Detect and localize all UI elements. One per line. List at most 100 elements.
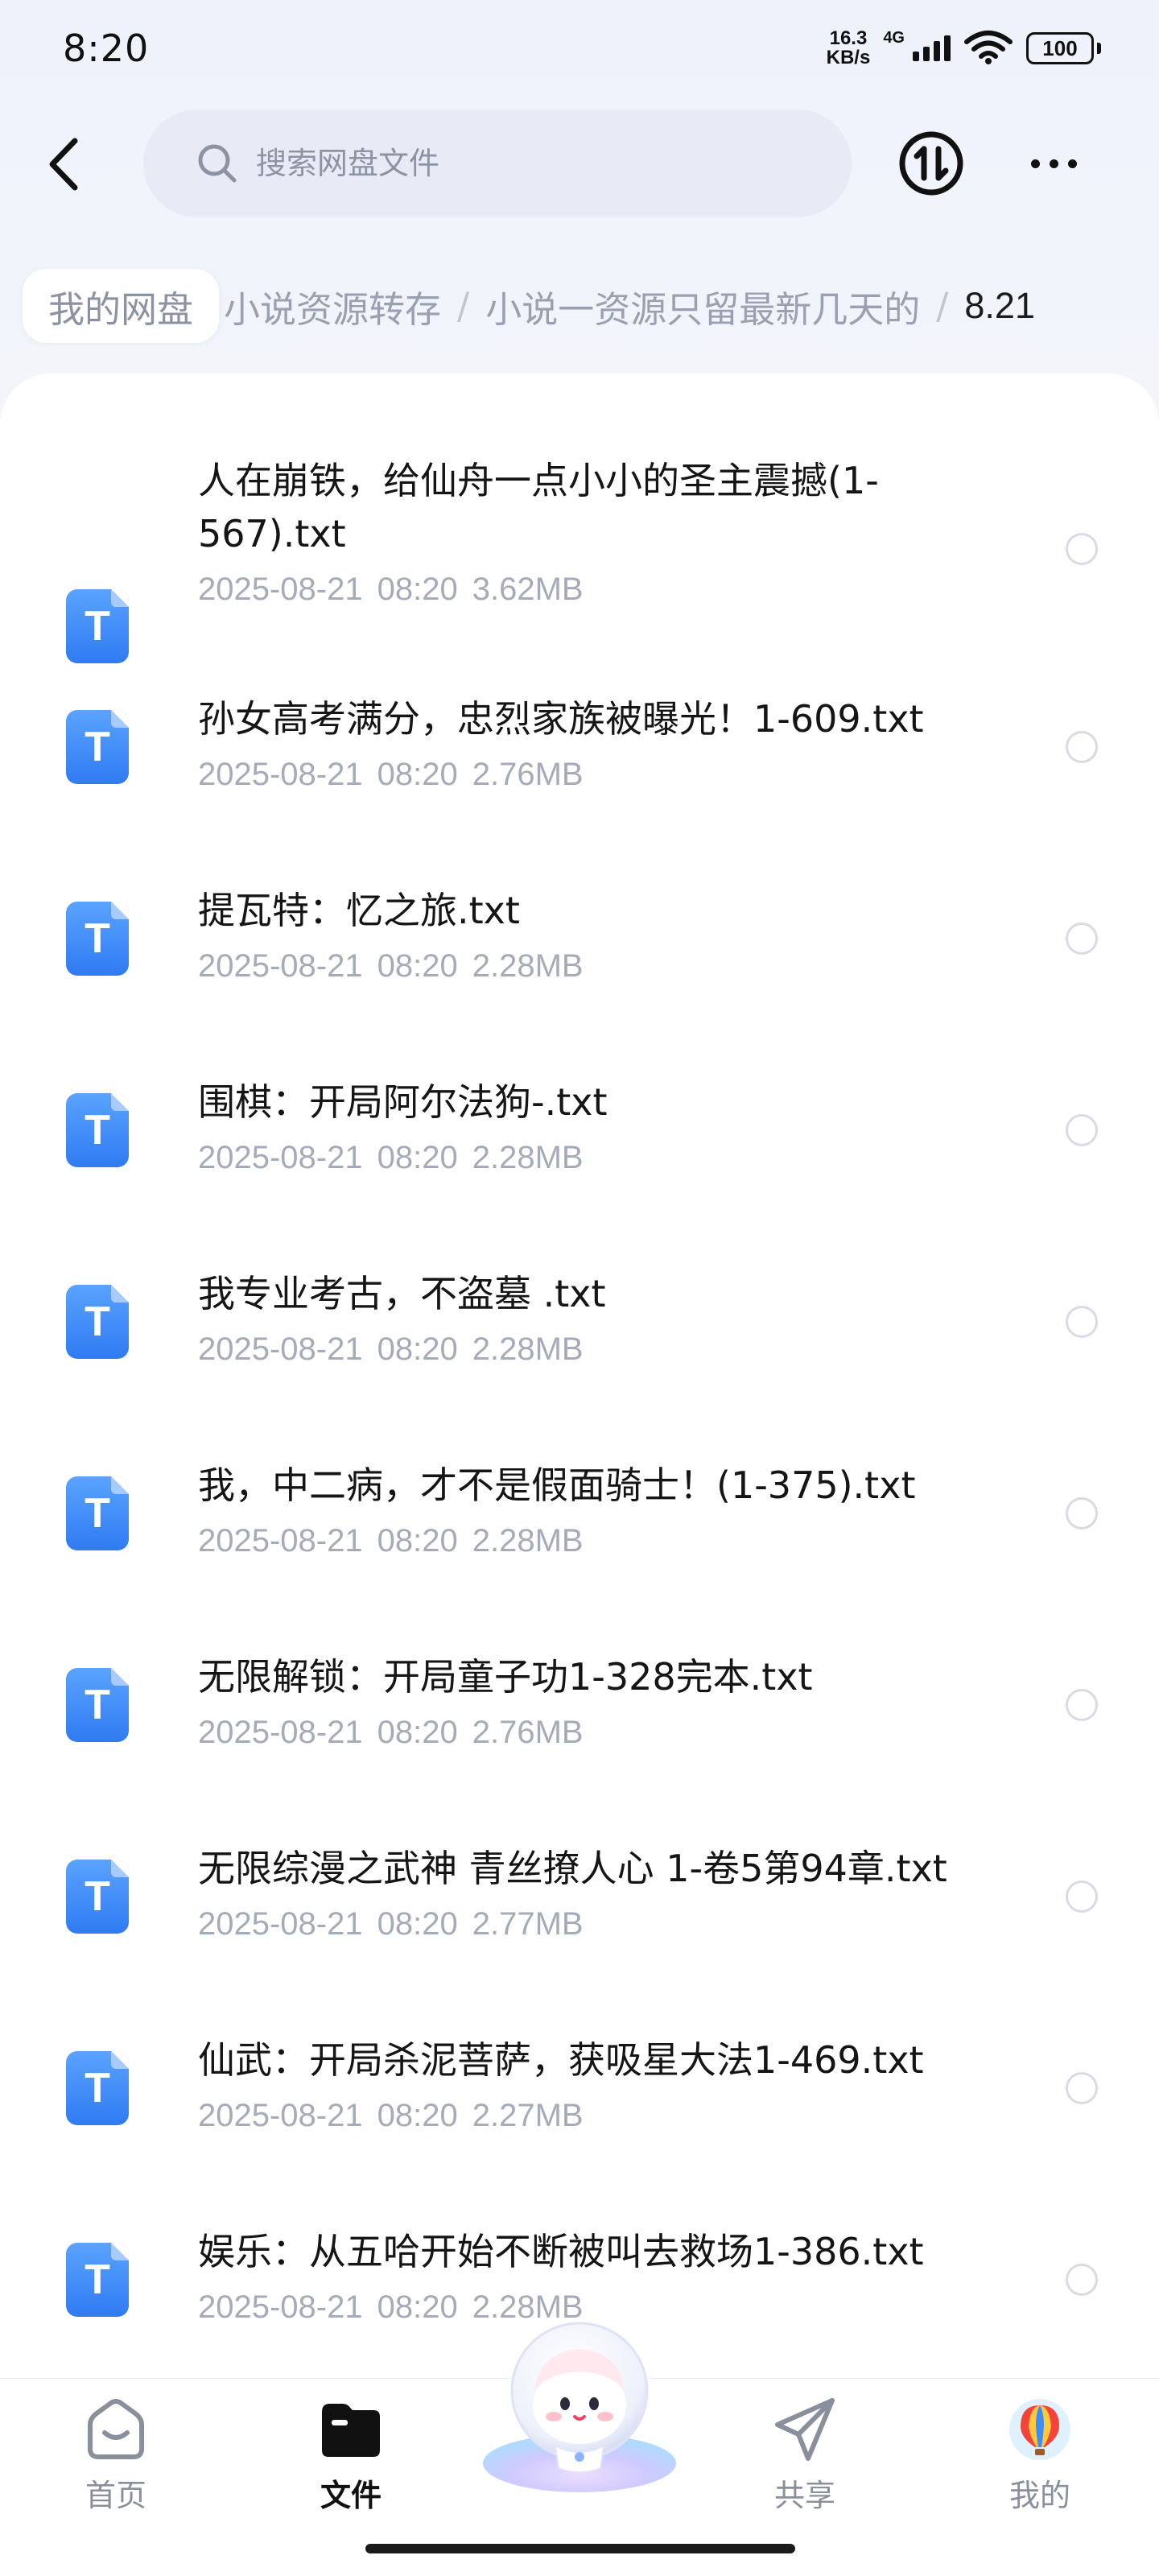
file-size: 2.27MB — [472, 2098, 584, 2133]
nav-home-label: 首页 — [85, 2478, 146, 2513]
select-checkbox[interactable] — [1066, 731, 1098, 763]
transfer-button[interactable] — [897, 129, 966, 198]
file-date: 2025-08-21 — [198, 572, 363, 607]
file-time: 08:20 — [377, 948, 458, 984]
back-button[interactable] — [35, 132, 92, 196]
txt-file-icon: T — [66, 902, 129, 976]
file-date: 2025-08-21 — [198, 1523, 363, 1558]
network-type: 4G — [883, 28, 905, 47]
file-row[interactable]: T 围棋：开局阿尔法狗-.txt 2025-08-21 08:20 2.28MB — [0, 1075, 1159, 1267]
txt-file-icon: T — [66, 589, 129, 663]
file-icon-letter: T — [85, 2256, 110, 2303]
search-bar[interactable] — [143, 109, 852, 217]
avatar-balloon-icon — [1004, 2393, 1076, 2466]
send-icon — [769, 2393, 841, 2466]
select-checkbox[interactable] — [1066, 2264, 1098, 2296]
file-time: 08:20 — [377, 757, 458, 792]
signal-icon — [913, 35, 951, 61]
file-row[interactable]: T 提瓦特：忆之旅.txt 2025-08-21 08:20 2.28MB — [0, 884, 1159, 1075]
file-size: 2.76MB — [472, 757, 584, 792]
file-row[interactable]: T 无限综漫之武神 青丝撩人心 1-卷5第94章.txt 2025-08-21 0… — [0, 1842, 1159, 2033]
file-icon-letter: T — [85, 915, 110, 962]
file-meta: 2025-08-21 08:20 2.28MB — [198, 1327, 1019, 1372]
battery-level: 100 — [1026, 32, 1094, 64]
ai-assistant-button[interactable] — [475, 2310, 684, 2496]
file-meta: 2025-08-21 08:20 2.28MB — [198, 943, 1019, 989]
more-dot-icon — [1030, 159, 1040, 168]
file-date: 2025-08-21 — [198, 757, 363, 792]
txt-file-icon: T — [66, 1476, 129, 1550]
file-meta: 2025-08-21 08:20 3.62MB — [198, 567, 1019, 612]
file-name: 无限综漫之武神 青丝撩人心 1-卷5第94章.txt — [198, 1847, 947, 1890]
breadcrumb-separator: / — [936, 284, 949, 328]
file-row[interactable]: T 仙武：开局杀泥菩萨，获吸星大法1-469.txt 2025-08-21 08:… — [0, 2033, 1159, 2225]
nav-files-label: 文件 — [320, 2478, 382, 2513]
file-time: 08:20 — [377, 1906, 458, 1942]
nav-mine-label: 我的 — [1008, 2478, 1070, 2513]
file-time: 08:20 — [377, 2098, 458, 2133]
txt-file-icon: T — [66, 1860, 129, 1934]
file-meta: 2025-08-21 08:20 2.28MB — [198, 1518, 1019, 1563]
breadcrumb: 我的网盘 小说资源转存 / 小说一资源只留最新几天的 / 8.21 — [0, 266, 1159, 346]
breadcrumb-root[interactable]: 我的网盘 — [23, 269, 220, 343]
chevron-left-icon — [49, 138, 78, 191]
file-size: 2.77MB — [472, 1906, 584, 1942]
select-checkbox[interactable] — [1066, 1880, 1098, 1913]
file-icon-letter: T — [85, 724, 110, 770]
file-date: 2025-08-21 — [198, 1906, 363, 1942]
select-checkbox[interactable] — [1066, 923, 1098, 955]
file-time: 08:20 — [377, 1523, 458, 1558]
file-name: 围棋：开局阿尔法狗-.txt — [198, 1080, 608, 1124]
file-row[interactable]: T 我，中二病，才不是假面骑士！(1-375).txt 2025-08-21 08… — [0, 1459, 1159, 1650]
file-name: 人在崩铁，给仙舟一点小小的圣主震撼(1-567).txt — [198, 459, 879, 555]
file-name: 我，中二病，才不是假面骑士！(1-375).txt — [198, 1463, 916, 1507]
home-icon — [80, 2393, 152, 2466]
more-options-button[interactable] — [1017, 129, 1090, 198]
file-meta: 2025-08-21 08:20 2.76MB — [198, 1710, 1019, 1755]
file-name: 无限解锁：开局童子功1-328完本.txt — [198, 1655, 813, 1699]
file-row[interactable]: T 我专业考古，不盗墓 .txt 2025-08-21 08:20 2.28MB — [0, 1267, 1159, 1459]
breadcrumb-current: 8.21 — [964, 285, 1035, 326]
file-row[interactable]: T 孙女高考满分，忠烈家族被曝光！1-609.txt 2025-08-21 08:… — [0, 692, 1159, 884]
select-checkbox[interactable] — [1066, 533, 1098, 565]
status-icons: 16.3 KB/s 4G 100 — [827, 29, 1101, 68]
file-row[interactable]: T 无限解锁：开局童子功1-328完本.txt 2025-08-21 08:20 2… — [0, 1650, 1159, 1842]
breadcrumb-item[interactable]: 小说一资源只留最新几天的 — [481, 280, 925, 332]
app-screen: 8:20 16.3 KB/s 4G 100 搜索网盘文件 我的网盘 小说资源转存… — [0, 0, 1159, 2576]
file-list-panel: T 人在崩铁，给仙舟一点小小的圣主震撼(1-567).txt 2025-08-2… — [0, 374, 1159, 2378]
file-date: 2025-08-21 — [198, 1715, 363, 1750]
select-checkbox[interactable] — [1066, 1306, 1098, 1338]
status-time: 8:20 — [63, 27, 150, 70]
file-name: 娱乐：从五哈开始不断被叫去救场1-386.txt — [198, 2230, 924, 2273]
txt-file-icon: T — [66, 2243, 129, 2317]
nav-files[interactable]: 文件 — [270, 2393, 431, 2522]
select-checkbox[interactable] — [1066, 1689, 1098, 1721]
nav-home[interactable]: 首页 — [35, 2393, 196, 2522]
nav-share[interactable]: 共享 — [724, 2393, 885, 2522]
select-checkbox[interactable] — [1066, 1497, 1098, 1530]
file-size: 2.28MB — [472, 948, 584, 984]
file-name: 我专业考古，不盗墓 .txt — [198, 1272, 606, 1315]
file-date: 2025-08-21 — [198, 1140, 363, 1175]
file-time: 08:20 — [377, 2289, 458, 2325]
network-speed: 16.3 KB/s — [827, 29, 871, 68]
file-date: 2025-08-21 — [198, 1331, 363, 1367]
file-time: 08:20 — [377, 1331, 458, 1367]
txt-file-icon: T — [66, 1668, 129, 1742]
file-date: 2025-08-21 — [198, 948, 363, 984]
more-dot-icon — [1067, 159, 1077, 168]
select-checkbox[interactable] — [1066, 1114, 1098, 1146]
file-time: 08:20 — [377, 1715, 458, 1750]
select-checkbox[interactable] — [1066, 2072, 1098, 2104]
nav-mine[interactable]: 我的 — [959, 2393, 1120, 2522]
breadcrumb-separator: / — [457, 284, 470, 328]
status-bar: 8:20 16.3 KB/s 4G 100 — [0, 0, 1159, 97]
file-icon-letter: T — [85, 2065, 110, 2112]
file-meta: 2025-08-21 08:20 2.77MB — [198, 1901, 1019, 1946]
breadcrumb-item[interactable]: 小说资源转存 — [219, 280, 446, 332]
home-indicator — [365, 2544, 795, 2553]
search-input[interactable] — [254, 145, 769, 182]
file-row[interactable]: T 人在崩铁，给仙舟一点小小的圣主震撼(1-567).txt 2025-08-2… — [0, 454, 1159, 687]
search-icon — [195, 141, 240, 186]
file-name: 孙女高考满分，忠烈家族被曝光！1-609.txt — [198, 697, 924, 741]
